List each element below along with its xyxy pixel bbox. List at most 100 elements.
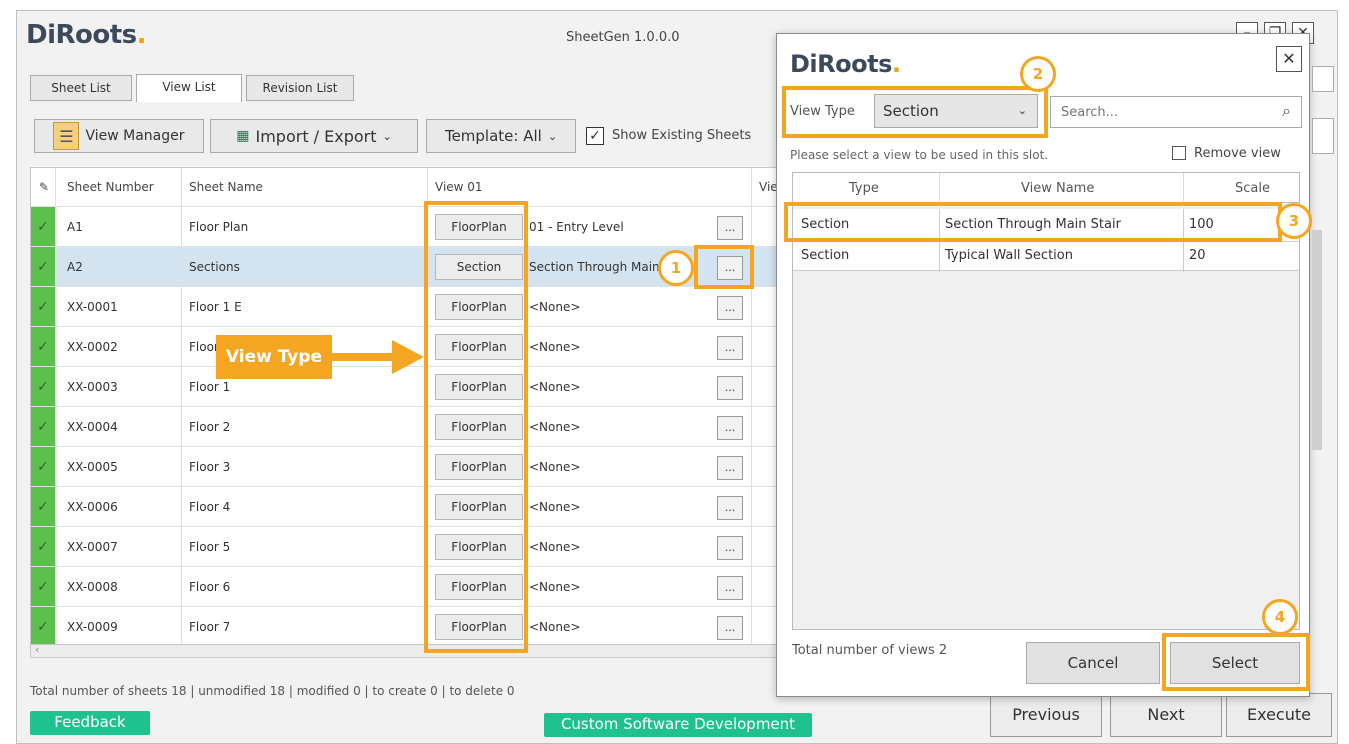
chevron-down-icon: ⌄ <box>382 129 392 143</box>
table-row[interactable]: ✓ XX-0009 Floor 7 FloorPlan <None>... <box>31 606 781 647</box>
excel-icon: ▦ <box>236 128 250 144</box>
view-name-cell[interactable]: <None> <box>529 527 709 567</box>
browse-view-button[interactable]: ... <box>717 336 743 360</box>
sheet-number-cell[interactable]: XX-0001 <box>67 287 118 327</box>
view-type-highlight <box>782 86 1048 138</box>
sheet-name-cell[interactable]: Floor 1 E <box>189 287 242 327</box>
list-icon: ☰ <box>53 122 80 150</box>
sheet-name-cell[interactable]: Floor 3 <box>189 447 230 487</box>
browse-view-button[interactable]: ... <box>717 616 743 640</box>
sheet-number-cell[interactable]: XX-0009 <box>67 607 118 647</box>
browse-view-button[interactable]: ... <box>717 576 743 600</box>
edit-icon: ✎ <box>39 180 50 194</box>
sheet-name-cell[interactable]: Floor 6 <box>189 567 230 607</box>
view-name-cell[interactable]: <None> <box>529 567 709 607</box>
check-icon: ✓ <box>31 327 55 367</box>
browse-view-button[interactable]: ... <box>717 496 743 520</box>
import-export-button[interactable]: ▦ Import / Export ⌄ <box>210 119 418 153</box>
views-table-row[interactable]: Section Typical Wall Section 20 <box>793 241 1299 272</box>
check-icon: ✓ <box>31 287 55 327</box>
sheet-number-cell[interactable]: XX-0005 <box>67 447 118 487</box>
column-header-view-name[interactable]: View Name <box>1021 181 1094 196</box>
show-existing-checkbox[interactable]: ✓ <box>586 127 604 145</box>
dialog-close-icon[interactable]: ✕ <box>1276 46 1302 72</box>
sheet-number-cell[interactable]: XX-0006 <box>67 487 118 527</box>
tab-revision-list[interactable]: Revision List <box>246 75 354 101</box>
remove-view-label: Remove view <box>1194 146 1281 161</box>
column-header-sheet-number[interactable]: Sheet Number <box>67 168 154 206</box>
sheet-number-cell[interactable]: XX-0008 <box>67 567 118 607</box>
table-row[interactable]: ✓ A1 Floor Plan FloorPlan 01 - Entry Level..… <box>31 206 781 247</box>
sheet-name-cell[interactable]: Floor 7 <box>189 607 230 647</box>
search-icon[interactable]: ⌕ <box>1282 101 1291 121</box>
toolbar-edge <box>1312 118 1334 154</box>
column-header-view-02[interactable]: Vie <box>759 168 778 206</box>
execute-button[interactable]: Execute <box>1226 693 1332 737</box>
check-icon: ✓ <box>31 527 55 567</box>
view-manager-button[interactable]: ☰ View Manager <box>34 119 204 153</box>
view-name-cell[interactable]: <None> <box>529 327 709 367</box>
view-name-cell[interactable]: <None> <box>529 607 709 647</box>
table-row[interactable]: ✓ XX-0006 Floor 4 FloorPlan <None>... <box>31 486 781 527</box>
table-row[interactable]: ✓ XX-0008 Floor 6 FloorPlan <None>... <box>31 566 781 607</box>
browse-view-button[interactable]: ... <box>717 376 743 400</box>
sheet-name-cell[interactable]: Floor <box>189 327 219 367</box>
check-icon: ✓ <box>31 487 55 527</box>
cancel-button[interactable]: Cancel <box>1026 642 1160 684</box>
table-row[interactable]: ✓ XX-0007 Floor 5 FloorPlan <None>... <box>31 526 781 567</box>
view-name-cell[interactable]: <None> <box>529 287 709 327</box>
template-label: Template: All <box>444 127 542 145</box>
template-dropdown[interactable]: Template: All ⌄ <box>426 119 576 153</box>
view-name-cell[interactable]: <None> <box>529 447 709 487</box>
feedback-button[interactable]: Feedback <box>30 711 150 735</box>
sheet-number-cell[interactable]: XX-0003 <box>67 367 118 407</box>
browse-view-button[interactable]: ... <box>717 416 743 440</box>
browse-view-button[interactable]: ... <box>717 296 743 320</box>
view-name-cell[interactable]: <None> <box>529 407 709 447</box>
vertical-scrollbar[interactable] <box>1312 230 1322 450</box>
check-icon: ✓ <box>31 607 55 647</box>
browse-view-button[interactable]: ... <box>717 536 743 560</box>
column-header-sheet-name[interactable]: Sheet Name <box>189 168 263 206</box>
column-header-type[interactable]: Type <box>849 181 879 196</box>
previous-button[interactable]: Previous <box>990 693 1102 737</box>
tab-view-list[interactable]: View List <box>136 74 242 102</box>
table-row[interactable]: ✓ XX-0004 Floor 2 FloorPlan <None>... <box>31 406 781 447</box>
search-box[interactable]: ⌕ <box>1050 96 1302 128</box>
sheet-name-cell[interactable]: Floor 2 <box>189 407 230 447</box>
sheet-name-cell[interactable]: Floor Plan <box>189 207 248 247</box>
browse-view-button[interactable]: ... <box>717 456 743 480</box>
sheet-number-cell[interactable]: XX-0004 <box>67 407 118 447</box>
dialog-logo: DiRoots. <box>790 50 901 78</box>
next-button[interactable]: Next <box>1110 693 1222 737</box>
view-name-cell[interactable]: <None> <box>529 487 709 527</box>
step-1-marker: 1 <box>658 250 694 286</box>
sheet-name-cell[interactable]: Sections <box>189 247 240 287</box>
sheet-number-cell[interactable]: XX-0007 <box>67 527 118 567</box>
sheet-name-cell[interactable]: Floor 4 <box>189 487 230 527</box>
browse-view-button[interactable]: ... <box>717 216 743 240</box>
app-logo: DiRoots. <box>26 20 147 50</box>
custom-software-development-button[interactable]: Custom Software Development <box>544 713 812 737</box>
window-title: SheetGen 1.0.0.0 <box>566 30 680 45</box>
search-input[interactable] <box>1061 98 1261 126</box>
sheet-number-cell[interactable]: XX-0002 <box>67 327 118 367</box>
horizontal-scrollbar[interactable]: ‹ <box>30 643 780 658</box>
view-name-cell[interactable]: 01 - Entry Level <box>529 207 709 247</box>
search-box-edge[interactable] <box>1312 66 1334 92</box>
table-row[interactable]: ✓ XX-0001 Floor 1 E FloorPlan <None>... <box>31 286 781 327</box>
status-bar: Total number of sheets 18 | unmodified 1… <box>30 684 515 698</box>
scroll-left-icon[interactable]: ‹ <box>35 643 39 656</box>
view-name-cell[interactable]: <None> <box>529 367 709 407</box>
tab-sheet-list[interactable]: Sheet List <box>30 75 132 101</box>
sheet-grid: ✎ Sheet Number Sheet Name View 01 Vie ✓ A… <box>30 167 781 658</box>
table-row[interactable]: ✓ XX-0005 Floor 3 FloorPlan <None>... <box>31 446 781 487</box>
sheet-number-cell[interactable]: A2 <box>67 247 83 287</box>
remove-view-checkbox[interactable] <box>1172 146 1186 160</box>
column-header-scale[interactable]: Scale <box>1235 181 1270 196</box>
sheet-name-cell[interactable]: Floor 5 <box>189 527 230 567</box>
step-2-marker: 2 <box>1020 56 1056 92</box>
step-4-marker: 4 <box>1262 599 1298 635</box>
sheet-number-cell[interactable]: A1 <box>67 207 83 247</box>
check-icon: ✓ <box>31 207 55 247</box>
